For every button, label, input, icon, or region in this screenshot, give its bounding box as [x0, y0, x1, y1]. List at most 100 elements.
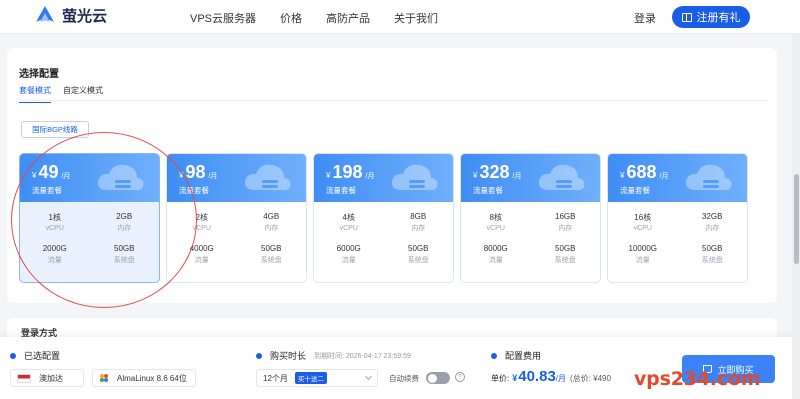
bullet-icon [491, 352, 497, 359]
currency-symbol: ¥ [179, 171, 184, 180]
spec-disk: 50GB 系统盘 [531, 244, 601, 265]
spec-cpu: 1核 vCPU [20, 212, 90, 232]
spec-value: 1核 [48, 213, 61, 222]
plan-price-unit: /月 [512, 173, 522, 180]
plan-price-unit: /月 [61, 173, 71, 180]
spec-cpu: 8核 vCPU [461, 212, 531, 232]
spec-label: 系统盘 [407, 257, 429, 264]
top-header: 萤光云 VPS云服务器 价格 高防产品 关于我们 登录 注册有礼 [0, 0, 800, 34]
os-label: AlmaLinux 8.6 64位 [117, 373, 187, 383]
spec-value: 16GB [555, 212, 576, 221]
page-scrollbar[interactable] [792, 34, 800, 399]
flag-icon [17, 373, 31, 383]
spec-label: 流量 [341, 257, 356, 264]
plan-price: ¥ 49 /月 [32, 162, 70, 183]
region-chip: 澳加达 [10, 369, 84, 387]
tab-divider [19, 100, 769, 101]
login-link[interactable]: 登录 [634, 10, 656, 26]
spec-label: 内存 [117, 225, 132, 232]
plan-price-unit: /月 [208, 173, 218, 180]
plan-price-unit: /月 [659, 173, 669, 180]
spec-value: 32GB [702, 212, 723, 221]
plan-price: ¥ 198 /月 [326, 162, 374, 183]
gift-icon [681, 12, 692, 22]
spec-value: 2核 [195, 213, 208, 222]
selected-config-heading: 已选配置 [10, 349, 60, 362]
selected-config-title: 已选配置 [24, 351, 61, 361]
register-button[interactable]: 注册有礼 [672, 6, 750, 28]
spec-value: 8核 [489, 213, 502, 222]
spec-label: 系统盘 [701, 257, 723, 264]
spec-ram: 2GB 内存 [90, 212, 160, 233]
nav-about[interactable]: 关于我们 [394, 10, 438, 26]
spec-label: vCPU [486, 225, 505, 232]
plan-type: 流量套餐 [473, 186, 503, 195]
help-icon[interactable]: ? [455, 372, 465, 382]
fee-heading: 配置费用 [491, 349, 541, 362]
logo[interactable]: 萤光云 [34, 4, 107, 26]
duration-select[interactable]: 12个月 买十送二 [256, 369, 378, 387]
spec-value: 16核 [634, 213, 652, 222]
plan-price-value: 328 [479, 162, 510, 182]
plan-price: ¥ 328 /月 [473, 162, 521, 183]
spec-value: 4GB [263, 212, 280, 221]
currency-symbol: ¥ [32, 171, 37, 180]
spec-label: vCPU [192, 225, 211, 232]
main-nav: VPS云服务器 价格 高防产品 关于我们 [190, 10, 462, 26]
auto-renew-label: 自动续费 [389, 374, 419, 383]
bullet-icon [256, 352, 262, 359]
spec-value: 8000G [483, 244, 508, 253]
plan-card[interactable]: ¥ 328 /月 流量套餐 8核 vCPU 16GB 内存 8000G 流量 5… [460, 153, 601, 283]
spec-ram: 8GB 内存 [384, 212, 454, 233]
spec-label: 内存 [558, 225, 573, 232]
spec-traffic: 4000G 流量 [167, 244, 237, 265]
plan-price: ¥ 98 /月 [179, 162, 217, 183]
chevron-down-icon [364, 372, 373, 381]
spec-traffic: 2000G 流量 [20, 244, 90, 265]
currency-symbol: ¥ [512, 373, 518, 383]
spec-cpu: 4核 vCPU [314, 212, 384, 232]
spec-disk: 50GB 系统盘 [678, 244, 748, 265]
plan-header: ¥ 198 /月 流量套餐 [314, 154, 453, 202]
plan-price: ¥ 688 /月 [620, 162, 668, 183]
spec-label: 流量 [488, 257, 503, 264]
spec-traffic: 8000G 流量 [461, 244, 531, 265]
spec-disk: 50GB 系统盘 [90, 244, 160, 265]
spec-value: 10000G [628, 244, 657, 253]
spec-value: 8GB [410, 212, 427, 221]
spec-value: 4000G [189, 244, 214, 253]
plan-card[interactable]: ¥ 688 /月 流量套餐 16核 vCPU 32GB 内存 10000G 流量… [607, 153, 748, 283]
nav-vps[interactable]: VPS云服务器 [190, 10, 256, 26]
nav-ddos[interactable]: 高防产品 [326, 10, 370, 26]
expiry-date: 到期时间: 2026-04-17 23:59:59 [314, 352, 411, 360]
plan-type: 流量套餐 [32, 186, 62, 195]
cloud-icon [95, 160, 145, 198]
plan-card[interactable]: ¥ 198 /月 流量套餐 4核 vCPU 8GB 内存 6000G 流量 50… [313, 153, 454, 283]
scroll-thumb[interactable] [793, 174, 799, 264]
spec-label: 系统盘 [554, 257, 576, 264]
cloud-icon [683, 160, 733, 198]
plan-card[interactable]: ¥ 98 /月 流量套餐 2核 vCPU 4GB 内存 4000G 流量 50G… [166, 153, 307, 283]
spec-disk: 50GB 系统盘 [384, 244, 454, 265]
spec-label: 内存 [705, 225, 720, 232]
duration-title: 购买时长 [270, 351, 307, 361]
plan-header: ¥ 49 /月 流量套餐 [20, 154, 159, 202]
spec-cpu: 2核 vCPU [167, 212, 237, 232]
nav-pricing[interactable]: 价格 [280, 10, 302, 26]
route-bgp-button[interactable]: 国际BGP线路 [21, 121, 89, 138]
plan-price-value: 198 [332, 162, 363, 182]
spec-value: 50GB [408, 244, 429, 253]
almalinux-icon [100, 374, 108, 382]
spec-traffic: 6000G 流量 [314, 244, 384, 265]
price-unit: /月 [555, 374, 567, 383]
auto-renew-toggle[interactable] [426, 372, 450, 384]
spec-traffic: 10000G 流量 [608, 244, 678, 265]
spec-label: 系统盘 [113, 257, 135, 264]
spec-value: 50GB [261, 244, 282, 253]
plan-header: ¥ 98 /月 流量套餐 [167, 154, 306, 202]
spec-cpu: 16核 vCPU [608, 212, 678, 232]
spec-value: 2000G [42, 244, 67, 253]
currency-symbol: ¥ [326, 171, 331, 180]
plan-header: ¥ 688 /月 流量套餐 [608, 154, 747, 202]
plan-card[interactable]: ¥ 49 /月 流量套餐 1核 vCPU 2GB 内存 2000G 流量 50G… [19, 153, 160, 283]
